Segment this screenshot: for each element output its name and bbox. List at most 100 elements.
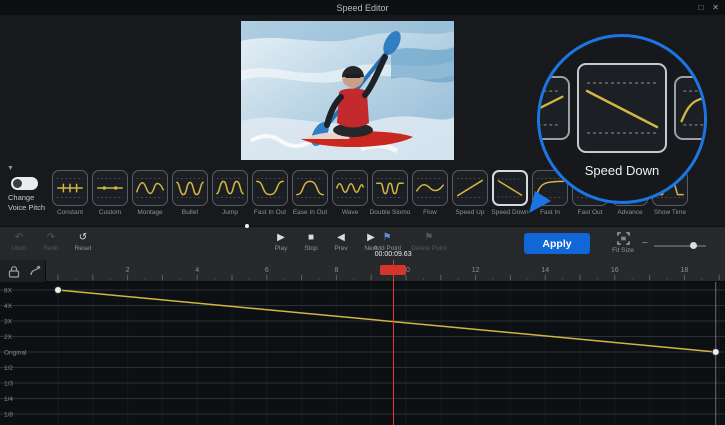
fit-size-icon	[617, 232, 630, 245]
redo-icon: ↷	[47, 232, 55, 244]
window-controls: □ ✕	[698, 0, 719, 15]
prev-button[interactable]: ◀Prev	[330, 232, 352, 253]
voice-pitch-toggle-knob	[13, 179, 22, 188]
preset-bullet[interactable]: Bullet	[170, 170, 210, 216]
preset-wave[interactable]: Wave	[330, 170, 370, 216]
svg-text:1/4: 1/4	[4, 396, 13, 403]
preset-thumb-bullet	[172, 170, 208, 206]
svg-text:1/8: 1/8	[4, 412, 13, 419]
svg-text:8: 8	[334, 267, 338, 274]
preset-curve-icon	[173, 171, 207, 205]
preset-label: Constant	[57, 209, 83, 216]
preset-constant[interactable]: Constant	[50, 170, 90, 216]
preset-double-slomo[interactable]: Double Slomo	[370, 170, 410, 216]
preset-curve-icon	[293, 171, 327, 205]
preset-ease-in-out[interactable]: Ease In Out	[290, 170, 330, 216]
point-tools-group: ⚑Add Point ⚑Delete Point	[373, 232, 447, 253]
curve-point[interactable]	[712, 349, 719, 356]
undo-button[interactable]: ↶Undo	[8, 232, 30, 253]
preset-curve-icon	[494, 172, 526, 204]
window-title: Speed Editor	[336, 3, 388, 13]
lock-icon[interactable]	[8, 265, 20, 278]
preset-label: Ease In Out	[293, 209, 327, 216]
close-button[interactable]: ✕	[712, 0, 719, 15]
play-icon: ▶	[277, 232, 285, 244]
voice-pitch-label: Change Voice Pitch	[8, 193, 45, 213]
preset-fast-in-out[interactable]: Fast In Out	[250, 170, 290, 216]
zoom-slider-knob[interactable]	[690, 242, 697, 249]
preset-label: Speed Down	[491, 209, 528, 216]
zoom-callout: Speed Down	[537, 34, 707, 204]
svg-text:Original: Original	[4, 350, 27, 357]
preset-label: Custom	[99, 209, 121, 216]
preset-label: Advance	[617, 209, 642, 216]
svg-text:16: 16	[611, 267, 619, 274]
preset-jump[interactable]: Jump	[210, 170, 250, 216]
zoom-slider[interactable]	[654, 245, 706, 247]
svg-text:4: 4	[195, 267, 199, 274]
svg-text:3X: 3X	[4, 319, 13, 326]
preset-label: Fast In Out	[254, 209, 286, 216]
preset-thumb-custom	[92, 170, 128, 206]
preset-curve-icon	[53, 171, 87, 205]
preset-custom[interactable]: Custom	[90, 170, 130, 216]
preset-label: Show Time	[654, 209, 686, 216]
preset-thumb-ease-in-out	[292, 170, 328, 206]
svg-text:8X: 8X	[4, 288, 13, 295]
maximize-button[interactable]: □	[698, 0, 703, 15]
preset-thumb-double-slomo	[372, 170, 408, 206]
undo-icon: ↶	[15, 232, 23, 244]
curve-mode-icon[interactable]	[29, 265, 42, 277]
preset-flow[interactable]: Flow	[410, 170, 450, 216]
fit-size-button[interactable]: Fit Size	[606, 232, 640, 254]
strip-scroll-indicator[interactable]	[245, 224, 249, 228]
preset-curve-icon	[93, 171, 127, 205]
speed-graph[interactable]: 8X4X3X2XOriginal1/21/31/41/8	[0, 282, 725, 425]
preset-thumb-wave	[332, 170, 368, 206]
svg-text:12: 12	[472, 267, 480, 274]
stop-button[interactable]: ■Stop	[300, 232, 322, 253]
prev-icon: ◀	[337, 232, 345, 244]
preset-thumb-speed-up	[452, 170, 488, 206]
preset-montage[interactable]: Montage	[130, 170, 170, 216]
preset-speed-down[interactable]: Speed Down	[490, 170, 530, 216]
collapse-arrow-icon[interactable]: ▼	[7, 165, 14, 172]
curve-point[interactable]	[55, 287, 62, 294]
preset-label: Fast Out	[578, 209, 603, 216]
preset-label: Double Slomo	[370, 209, 411, 216]
preset-thumb-montage	[132, 170, 168, 206]
reset-button[interactable]: ↺Reset	[72, 232, 94, 253]
playhead-marker[interactable]	[380, 265, 406, 275]
timeline-ruler[interactable]: 24681012141618	[0, 260, 725, 282]
callout-thumb-speed-up	[537, 76, 570, 140]
reset-icon: ↺	[79, 232, 87, 244]
preset-curve-icon	[373, 171, 407, 205]
play-button[interactable]: ▶Play	[270, 232, 292, 253]
callout-thumb-fast-in	[674, 76, 707, 140]
preset-label: Jump	[222, 209, 238, 216]
preset-curve-icon	[453, 171, 487, 205]
preset-speed-up[interactable]: Speed Up	[450, 170, 490, 216]
zoom-out-button[interactable]: −	[642, 238, 648, 249]
preset-thumb-flow	[412, 170, 448, 206]
callout-thumb-speed-down	[577, 63, 667, 153]
preset-thumb-speed-down	[492, 170, 528, 206]
redo-button[interactable]: ↷Redo	[40, 232, 62, 253]
playhead-line[interactable]	[393, 260, 394, 425]
preset-label: Bullet	[182, 209, 198, 216]
svg-text:14: 14	[541, 267, 549, 274]
add-point-button[interactable]: ⚑Add Point	[373, 232, 401, 253]
svg-text:6: 6	[265, 267, 269, 274]
speed-graph-canvas[interactable]: 8X4X3X2XOriginal1/21/31/41/8	[0, 282, 725, 425]
delete-point-icon: ⚑	[424, 232, 433, 244]
add-point-icon: ⚑	[383, 232, 392, 244]
delete-point-button[interactable]: ⚑Delete Point	[411, 232, 446, 253]
preset-label: Montage	[137, 209, 162, 216]
voice-pitch-toggle[interactable]	[11, 177, 38, 190]
stop-icon: ■	[308, 232, 314, 244]
svg-text:18: 18	[681, 267, 689, 274]
timeline-tools	[0, 260, 46, 282]
preset-label: Speed Up	[456, 209, 485, 216]
current-time-label: 00:00:09.63	[357, 251, 429, 258]
apply-button[interactable]: Apply	[524, 233, 590, 254]
